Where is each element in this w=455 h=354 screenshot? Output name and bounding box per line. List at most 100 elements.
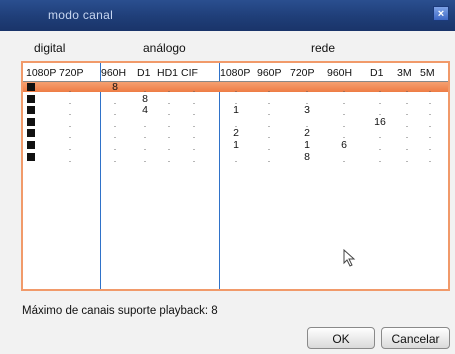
channel-cell[interactable]: . <box>259 154 279 164</box>
channel-cell[interactable]: . <box>397 154 417 164</box>
channel-cell[interactable]: . <box>105 107 125 117</box>
channel-cell[interactable]: . <box>135 154 155 164</box>
channel-cell[interactable]: . <box>60 119 80 129</box>
row-marker-icon[interactable] <box>27 141 35 149</box>
channel-cell[interactable]: . <box>105 119 125 129</box>
channel-cell[interactable]: 1 <box>226 105 246 116</box>
channel-cell[interactable]: . <box>334 107 354 117</box>
row-marker-icon[interactable] <box>27 83 35 91</box>
channel-cell[interactable]: . <box>226 154 246 164</box>
channel-cell[interactable]: 8 <box>135 93 155 104</box>
channel-cell[interactable]: . <box>184 142 204 152</box>
channel-cell[interactable]: . <box>334 154 354 164</box>
channel-cell[interactable]: . <box>334 96 354 106</box>
channel-cell[interactable]: . <box>397 84 417 94</box>
channel-cell[interactable]: . <box>297 84 317 94</box>
channel-cell[interactable]: . <box>259 84 279 94</box>
channel-cell[interactable]: . <box>159 84 179 94</box>
channel-cell[interactable]: . <box>397 119 417 129</box>
close-icon[interactable]: × <box>433 6 449 21</box>
column-header-ccif_a: CIF <box>181 67 198 79</box>
channel-cell[interactable]: . <box>105 154 125 164</box>
column-header-c960p_n: 960P <box>257 67 282 79</box>
channel-cell[interactable]: 2 <box>226 128 246 139</box>
channel-cell[interactable]: . <box>105 130 125 140</box>
channel-cell[interactable]: . <box>259 130 279 140</box>
channel-cell[interactable]: . <box>184 154 204 164</box>
channel-cell[interactable]: . <box>397 96 417 106</box>
channel-cell[interactable]: . <box>420 107 440 117</box>
channel-cell[interactable]: . <box>60 107 80 117</box>
channel-cell[interactable]: . <box>159 130 179 140</box>
group-label-analog: análogo <box>143 41 186 55</box>
row-marker-icon[interactable] <box>27 106 35 115</box>
channel-cell[interactable]: . <box>184 119 204 129</box>
channel-cell[interactable]: 8 <box>297 151 317 162</box>
channel-cell[interactable]: . <box>159 154 179 164</box>
channel-cell[interactable]: . <box>60 96 80 106</box>
channel-cell[interactable]: . <box>420 142 440 152</box>
channel-cell[interactable]: 8 <box>105 82 125 93</box>
channel-cell[interactable]: . <box>259 96 279 106</box>
channel-cell[interactable]: . <box>60 142 80 152</box>
channel-cell[interactable]: . <box>259 119 279 129</box>
channel-cell[interactable]: . <box>420 84 440 94</box>
ok-button[interactable]: OK <box>307 327 375 349</box>
channel-cell[interactable]: . <box>135 130 155 140</box>
channel-cell[interactable]: . <box>184 84 204 94</box>
channel-cell[interactable]: . <box>184 96 204 106</box>
channel-cell[interactable]: . <box>370 130 390 140</box>
channel-cell[interactable]: 1 <box>297 140 317 151</box>
channel-cell[interactable]: . <box>184 130 204 140</box>
channel-cell[interactable]: . <box>60 84 80 94</box>
channel-cell[interactable]: . <box>334 119 354 129</box>
channel-cell[interactable]: . <box>420 96 440 106</box>
column-header-c3m_n: 3M <box>397 67 412 79</box>
channel-cell[interactable]: 6 <box>334 140 354 151</box>
channel-cell[interactable]: 16 <box>370 117 390 128</box>
channel-cell[interactable]: . <box>370 154 390 164</box>
max-playback-text: Máximo de canais suporte playback: 8 <box>22 305 218 317</box>
channel-cell[interactable]: . <box>334 84 354 94</box>
row-marker-icon[interactable] <box>27 152 35 161</box>
divider-analog-network <box>219 63 220 289</box>
channel-cell[interactable]: 4 <box>135 105 155 116</box>
channel-cell[interactable]: . <box>397 130 417 140</box>
channel-cell[interactable]: . <box>420 130 440 140</box>
channel-cell[interactable]: . <box>60 130 80 140</box>
channel-cell[interactable]: . <box>370 96 390 106</box>
channel-cell[interactable]: . <box>259 142 279 152</box>
channel-cell[interactable]: . <box>370 142 390 152</box>
channel-cell[interactable]: . <box>159 96 179 106</box>
channel-cell[interactable]: . <box>159 142 179 152</box>
row-marker-icon[interactable] <box>27 117 35 126</box>
channel-cell[interactable]: . <box>397 107 417 117</box>
channel-cell[interactable]: . <box>159 119 179 129</box>
channel-cell[interactable]: . <box>370 84 390 94</box>
channel-cell[interactable]: . <box>259 107 279 117</box>
channel-cell[interactable]: 1 <box>226 140 246 151</box>
channel-cell[interactable]: . <box>184 107 204 117</box>
channel-cell[interactable]: 2 <box>297 128 317 139</box>
channel-cell[interactable]: . <box>226 84 246 94</box>
channel-cell[interactable]: . <box>159 107 179 117</box>
column-header-c960h_n: 960H <box>327 67 353 79</box>
column-header-cd1_n: D1 <box>370 67 384 79</box>
channel-cell[interactable]: . <box>105 96 125 106</box>
channel-cell[interactable]: . <box>420 119 440 129</box>
channel-cell[interactable]: . <box>60 154 80 164</box>
channel-cell[interactable]: . <box>135 119 155 129</box>
channel-cell[interactable]: . <box>397 142 417 152</box>
cancel-button[interactable]: Cancelar <box>381 327 450 349</box>
channel-cell[interactable]: . <box>135 142 155 152</box>
channel-cell[interactable]: . <box>420 154 440 164</box>
column-header-cd1_a: D1 <box>137 67 151 79</box>
column-header-c5m_n: 5M <box>420 67 435 79</box>
channel-mode-dialog: modo canal × digital análogo rede 1080P 7… <box>0 0 455 354</box>
column-header-chd1_a: HD1 <box>157 67 179 79</box>
row-marker-icon[interactable] <box>27 94 35 103</box>
channel-cell[interactable]: . <box>105 142 125 152</box>
channel-cell[interactable]: 3 <box>297 105 317 116</box>
row-marker-icon[interactable] <box>27 129 35 138</box>
channel-grid[interactable]: 1080P 720P 960H D1 HD1 CIF 1080P 960P 720P 960H D1… <box>21 61 450 291</box>
